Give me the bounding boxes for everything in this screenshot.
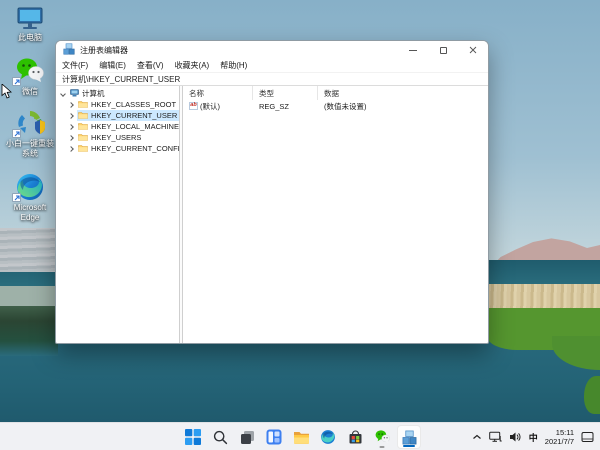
menu-file[interactable]: 文件(F) [62, 60, 88, 71]
chevron-right-icon[interactable] [68, 123, 74, 130]
widgets-button[interactable] [262, 425, 286, 449]
notification-center-icon[interactable] [581, 431, 594, 443]
address-bar[interactable]: 计算机\HKEY_CURRENT_USER [56, 72, 488, 86]
registry-editor-icon [402, 430, 416, 444]
folder-icon [78, 133, 88, 143]
folder-icon [78, 111, 88, 121]
close-button[interactable] [458, 41, 488, 59]
edge-icon [321, 430, 335, 444]
registry-editor-window: 注册表编辑器 文件(F) 编辑(E) 查看(V) 收藏夹(A) 帮助(H) 计算… [55, 40, 489, 344]
computer-icon [70, 88, 79, 99]
tray-date: 2021/7/7 [544, 437, 574, 446]
address-path: 计算机\HKEY_CURRENT_USER [62, 74, 181, 84]
desktop-icon-edge[interactable]: Microsoft Edge [4, 172, 56, 223]
desktop-icon-label: Microsoft Edge [13, 203, 47, 222]
tree-item-label: HKEY_CURRENT_USER [91, 111, 178, 120]
search-button[interactable] [208, 425, 232, 449]
wechat-taskbar-button[interactable] [370, 425, 394, 449]
network-icon[interactable] [488, 431, 502, 443]
windows-logo-icon [185, 429, 201, 445]
list-pane: 名称 类型 数据 ab (默认) REG_SZ (数值未设置) [183, 86, 488, 343]
wallpaper-trees [0, 306, 58, 356]
active-indicator [403, 445, 415, 447]
window-title: 注册表编辑器 [80, 45, 128, 55]
start-button[interactable] [181, 425, 205, 449]
column-header-name[interactable]: 名称 [183, 86, 253, 100]
menu-help[interactable]: 帮助(H) [220, 60, 247, 71]
chevron-right-icon[interactable] [68, 145, 74, 152]
tree-item-hkey-local-machine[interactable]: HKEY_LOCAL_MACHINE [56, 121, 179, 132]
task-view-icon [240, 430, 254, 444]
shortcut-arrow-icon [12, 193, 21, 202]
value-data: (数值未设置) [324, 101, 367, 111]
file-explorer-icon [293, 431, 309, 444]
task-view-button[interactable] [235, 425, 259, 449]
this-pc-icon [15, 6, 45, 32]
chevron-right-icon[interactable] [68, 101, 74, 108]
minimize-button[interactable] [398, 41, 428, 59]
store-icon [349, 430, 361, 443]
wechat-icon [375, 430, 390, 444]
shortcut-arrow-icon [12, 129, 21, 138]
menu-favorites[interactable]: 收藏夹(A) [175, 60, 210, 71]
taskbar: 中 15:11 2021/7/7 [0, 422, 600, 450]
shortcut-arrow-icon [12, 77, 21, 86]
tree-item-label: HKEY_CLASSES_ROOT [91, 100, 177, 109]
maximize-button[interactable] [428, 41, 458, 59]
desktop-icon-label: 此电脑 [18, 33, 42, 42]
desktop-icon-this-pc[interactable]: 此电脑 [4, 6, 56, 43]
column-header-type[interactable]: 类型 [253, 86, 318, 100]
registry-editor-icon [63, 43, 75, 57]
tree-item-hkey-classes-root[interactable]: HKEY_CLASSES_ROOT [56, 99, 179, 110]
folder-icon [78, 100, 88, 110]
tray-time: 15:11 [555, 428, 574, 437]
registry-value-row[interactable]: ab (默认) REG_SZ (数值未设置) [183, 100, 488, 112]
wallpaper-grass-patch [584, 376, 600, 414]
hidden-icons-chevron[interactable] [472, 433, 482, 441]
tree-item-label: HKEY_LOCAL_MACHINE [91, 122, 179, 131]
mouse-cursor [1, 83, 12, 104]
store-button[interactable] [343, 425, 367, 449]
reg-sz-icon: ab [189, 102, 198, 110]
volume-icon[interactable] [509, 431, 522, 443]
ime-indicator[interactable]: 中 [529, 431, 538, 444]
desktop: 此电脑 微信 小白一键重装系统 Microsoft Edge 注册表编辑器 文件… [0, 0, 600, 450]
wallpaper-mist [0, 228, 58, 272]
tree-pane: 计算机 HKEY_CLASSES_ROOT HKEY_CURRENT_USER … [56, 86, 179, 343]
widgets-icon [266, 429, 282, 445]
running-indicator [379, 446, 385, 448]
clock[interactable]: 15:11 2021/7/7 [545, 428, 574, 446]
tree-item-label: HKEY_USERS [91, 133, 142, 142]
tree-item-hkey-current-user[interactable]: HKEY_CURRENT_USER [56, 110, 179, 121]
search-icon [213, 430, 227, 444]
chevron-right-icon[interactable] [68, 112, 74, 119]
edge-button[interactable] [316, 425, 340, 449]
titlebar[interactable]: 注册表编辑器 [56, 41, 488, 59]
desktop-icon-label: 小白一键重装系统 [6, 139, 54, 158]
file-explorer-button[interactable] [289, 425, 313, 449]
tree-item-computer[interactable]: 计算机 [56, 88, 179, 99]
folder-icon [78, 144, 88, 154]
tree-item-hkey-current-config[interactable]: HKEY_CURRENT_CONFIG [56, 143, 179, 154]
desktop-icon-xiaobai[interactable]: 小白一键重装系统 [4, 108, 56, 159]
tree-item-label: HKEY_CURRENT_CONFIG [91, 144, 179, 153]
value-name: (默认) [200, 101, 220, 111]
menu-view[interactable]: 查看(V) [137, 60, 164, 71]
registry-editor-taskbar-button[interactable] [397, 425, 421, 449]
menu-bar: 文件(F) 编辑(E) 查看(V) 收藏夹(A) 帮助(H) [56, 59, 488, 72]
folder-icon [78, 122, 88, 132]
tree-item-label: 计算机 [82, 89, 105, 98]
column-header-data[interactable]: 数据 [318, 86, 488, 100]
tree-item-hkey-users[interactable]: HKEY_USERS [56, 132, 179, 143]
value-type: REG_SZ [259, 101, 290, 111]
chevron-right-icon[interactable] [68, 134, 74, 141]
chevron-down-icon[interactable] [60, 90, 66, 97]
menu-edit[interactable]: 编辑(E) [99, 60, 126, 71]
list-header: 名称 类型 数据 [183, 86, 488, 100]
